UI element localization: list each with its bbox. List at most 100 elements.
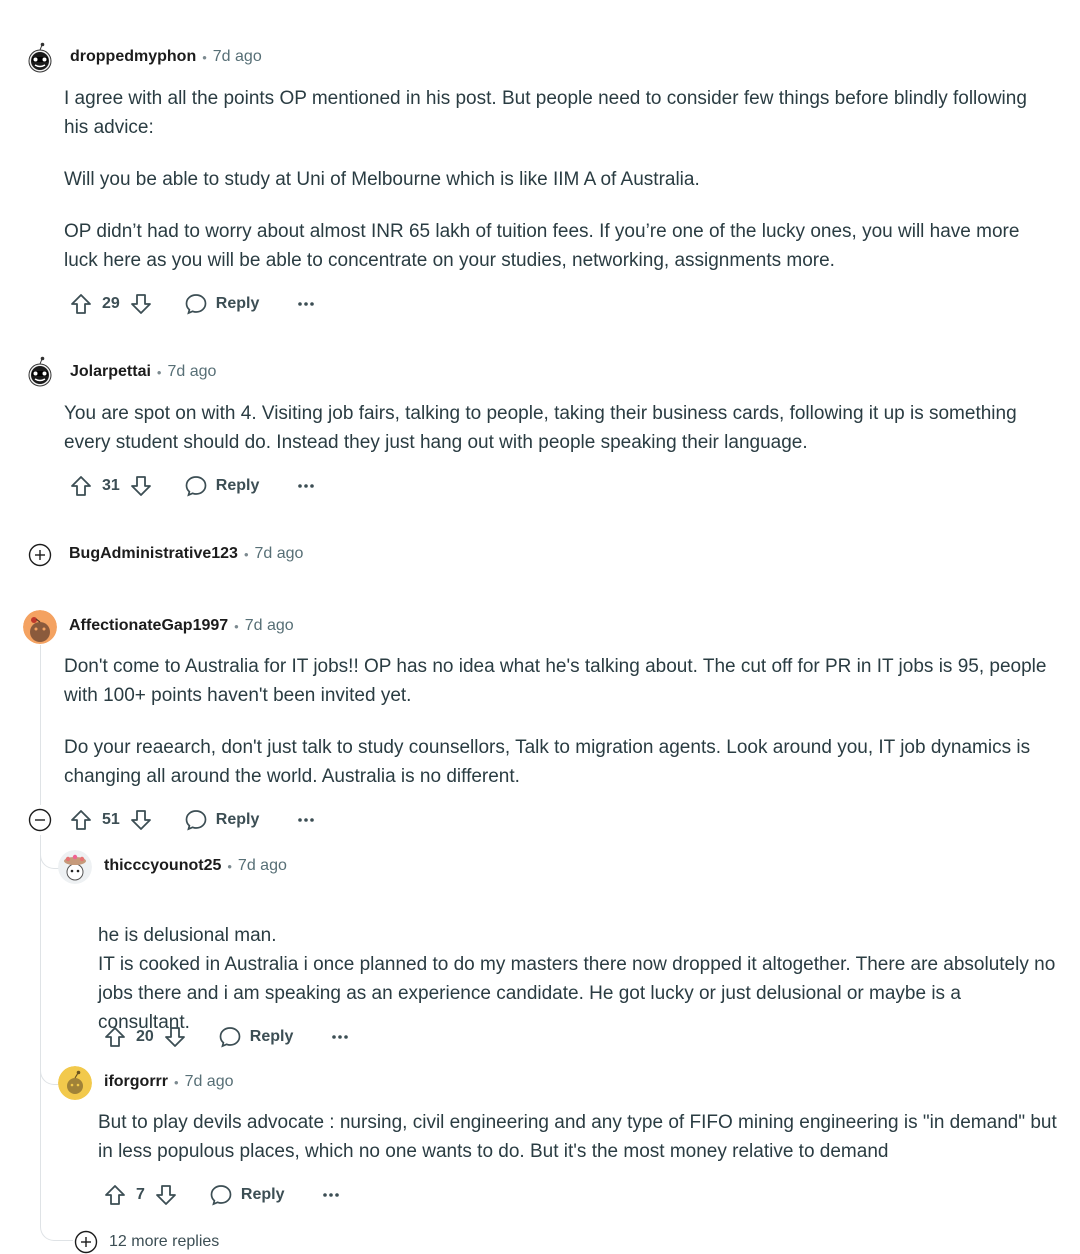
meta-separator: • <box>156 364 162 380</box>
reply-bubble-icon <box>185 476 207 497</box>
comment-body: I agree with all the points OP mentioned… <box>64 84 1054 275</box>
upvote-button[interactable] <box>100 1180 130 1210</box>
more-options-button[interactable] <box>331 1034 351 1040</box>
comment-paragraph: You are spot on with 4. Visiting job fai… <box>64 403 1017 453</box>
upvote-icon <box>71 810 91 830</box>
ellipsis-icon <box>332 1035 349 1039</box>
more-options-button[interactable] <box>297 817 317 823</box>
user-avatar[interactable] <box>58 850 92 884</box>
meta-separator: • <box>234 618 239 634</box>
comment-actions: 31 Reply <box>66 471 317 501</box>
comment-meta: iforgorrr • 7d ago <box>104 1073 234 1091</box>
upvote-icon <box>105 1027 125 1047</box>
comment-paragraph: I agree with all the points OP mentioned… <box>64 88 1027 138</box>
collapse-thread-button[interactable] <box>28 808 52 832</box>
thread-connector <box>40 1210 73 1241</box>
meta-separator: • <box>243 546 249 562</box>
timestamp[interactable]: 7d ago <box>167 363 216 381</box>
username[interactable]: droppedmyphon <box>70 48 196 66</box>
reply-bubble-icon <box>219 1027 241 1048</box>
comment-actions: 20 Reply <box>100 1022 351 1052</box>
thread-connector <box>40 850 59 869</box>
vote-count: 29 <box>102 295 120 312</box>
reply-label: Reply <box>215 811 260 828</box>
user-avatar[interactable] <box>58 1066 92 1100</box>
timestamp[interactable]: 7d ago <box>213 48 262 66</box>
more-replies-label: 12 more replies <box>109 1233 220 1250</box>
comment-meta: BugAdministrative123 • 7d ago <box>69 545 303 563</box>
upvote-icon <box>71 294 91 314</box>
snoo-orange-avatar-icon <box>23 610 57 644</box>
minus-circle-icon <box>28 808 52 832</box>
comment-actions: 7 Reply <box>100 1180 342 1210</box>
comment-meta: thicccyounot25 • 7d ago <box>104 857 287 875</box>
user-avatar[interactable] <box>23 42 57 76</box>
comment-actions: 29 Reply <box>66 289 317 319</box>
downvote-button[interactable] <box>126 289 156 319</box>
thread-line <box>40 835 41 1215</box>
comment-paragraph: Don't come to Australia for IT jobs!! OP… <box>64 656 1047 706</box>
downvote-button[interactable] <box>126 805 156 835</box>
reply-button[interactable]: Reply <box>184 474 260 498</box>
downvote-icon <box>130 476 151 496</box>
snoo-flower-hat-avatar-icon <box>58 850 92 884</box>
username[interactable]: BugAdministrative123 <box>69 545 238 563</box>
ellipsis-icon <box>298 484 315 488</box>
downvote-button[interactable] <box>160 1022 190 1052</box>
reply-bubble-icon <box>210 1185 232 1206</box>
more-options-button[interactable] <box>297 483 317 489</box>
username[interactable]: iforgorrr <box>104 1073 168 1091</box>
reply-button[interactable]: Reply <box>184 292 260 316</box>
downvote-button[interactable] <box>126 471 156 501</box>
comment-paragraph: he is delusional man. IT is cooked in Au… <box>98 925 1056 1033</box>
downvote-icon <box>164 1027 185 1047</box>
comment-body: You are spot on with 4. Visiting job fai… <box>64 399 1054 457</box>
more-replies-link[interactable]: 12 more replies <box>74 1230 219 1254</box>
comment-meta: AffectionateGap1997 • 7d ago <box>69 617 294 635</box>
downvote-icon <box>156 1185 176 1205</box>
thread-connector <box>40 1066 59 1085</box>
upvote-button[interactable] <box>66 805 96 835</box>
reply-button[interactable]: Reply <box>184 808 260 832</box>
vote-count: 51 <box>102 811 120 828</box>
reply-label: Reply <box>240 1186 285 1203</box>
comment-paragraph: OP didn’t had to worry about almost INR … <box>64 221 1020 271</box>
vote-count: 7 <box>136 1186 145 1203</box>
downvote-button[interactable] <box>151 1180 181 1210</box>
ellipsis-icon <box>323 1193 340 1197</box>
snoo-sunglasses-avatar-icon <box>23 356 57 390</box>
snoo-sunglasses-avatar-icon <box>23 42 57 76</box>
reply-label: Reply <box>215 477 260 494</box>
upvote-button[interactable] <box>66 289 96 319</box>
user-avatar[interactable] <box>23 356 57 390</box>
upvote-button[interactable] <box>66 471 96 501</box>
username[interactable]: AffectionateGap1997 <box>69 617 228 635</box>
vote-count: 31 <box>102 477 120 494</box>
timestamp[interactable]: 7d ago <box>245 617 294 635</box>
upvote-button[interactable] <box>100 1022 130 1052</box>
comment-actions: 51 Reply <box>66 805 317 835</box>
reply-button[interactable]: Reply <box>218 1025 293 1049</box>
upvote-icon <box>71 476 91 496</box>
expand-thread-button[interactable] <box>28 543 52 567</box>
timestamp[interactable]: 7d ago <box>238 857 287 875</box>
downvote-icon <box>130 810 151 830</box>
more-options-button[interactable] <box>297 301 317 307</box>
comment-meta: Jolarpettai • 7d ago <box>70 363 216 381</box>
timestamp[interactable]: 7d ago <box>185 1073 234 1091</box>
timestamp[interactable]: 7d ago <box>255 545 304 563</box>
plus-circle-icon <box>28 543 52 567</box>
username[interactable]: thicccyounot25 <box>104 857 221 875</box>
reply-bubble-icon <box>185 294 207 315</box>
snoo-yellow-avatar-icon <box>58 1066 92 1100</box>
meta-separator: • <box>174 1074 179 1090</box>
thread-line <box>40 645 41 805</box>
meta-separator: • <box>202 49 207 65</box>
more-options-button[interactable] <box>322 1192 342 1198</box>
user-avatar[interactable] <box>23 610 57 644</box>
reply-button[interactable]: Reply <box>209 1183 285 1207</box>
reply-label: Reply <box>215 295 260 312</box>
comment-paragraph: But to play devils advocate : nursing, c… <box>98 1112 1057 1162</box>
meta-separator: • <box>227 858 232 874</box>
username[interactable]: Jolarpettai <box>70 363 151 381</box>
